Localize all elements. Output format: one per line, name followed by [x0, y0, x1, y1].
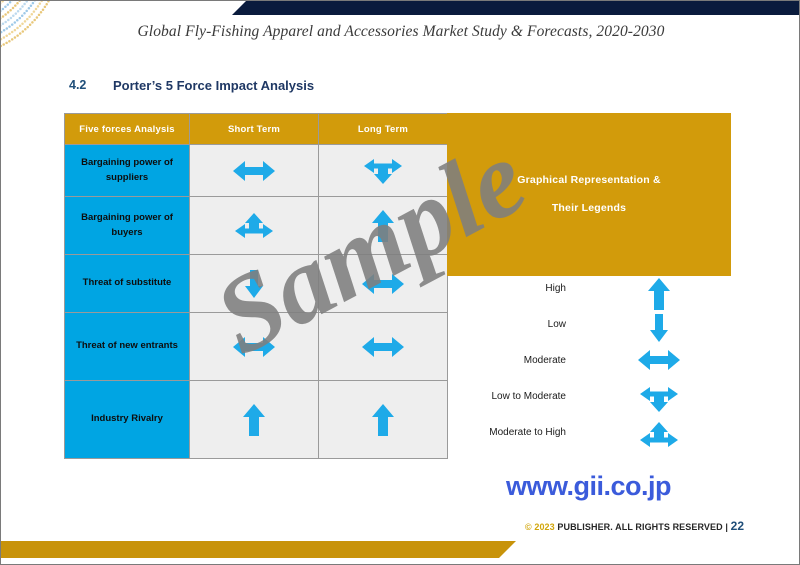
document-title: Global Fly-Fishing Apparel and Accessori… [137, 23, 665, 40]
moderate-arrow-icon [319, 273, 447, 295]
legend-label-low-to-moderate: Low to Moderate [491, 391, 567, 402]
legend-label-moderate-to-high: Moderate to High [489, 427, 566, 438]
cell-rivalry-long-term [318, 380, 448, 459]
table-row: Threat of substitute [64, 254, 448, 313]
cell-buyers-long-term [318, 196, 448, 255]
force-label-buyers: Bargaining power of buyers [64, 196, 190, 255]
low-arrow-icon [636, 313, 682, 347]
copyright-year: 2023 [534, 522, 555, 532]
column-header-long-term: Long Term [318, 113, 448, 145]
column-header-short-term: Short Term [189, 113, 319, 145]
section-number: 4.2 [69, 78, 87, 92]
copyright-mark: © [525, 522, 532, 532]
legend-list: High Low Moderate Low to Moderate Modera… [456, 278, 731, 463]
table-row: Industry Rivalry [64, 380, 448, 459]
bottom-gold-bar [1, 541, 516, 558]
force-label-industry-rivalry: Industry Rivalry [64, 380, 190, 459]
legend-label-moderate: Moderate [523, 355, 566, 366]
low-to-moderate-arrow-icon [636, 385, 682, 419]
table-row: Bargaining power of buyers [64, 196, 448, 255]
legend-item-low: Low [456, 314, 731, 355]
moderate-to-high-arrow-icon [636, 421, 682, 455]
cell-suppliers-short-term [189, 144, 319, 197]
table-row: Bargaining power of suppliers [64, 144, 448, 197]
moderate-arrow-icon [190, 336, 318, 358]
table-row: Threat of new entrants [64, 312, 448, 381]
porters-five-forces-table: Five forces Analysis Short Term Long Ter… [64, 113, 448, 459]
legend-item-low-to-moderate: Low to Moderate [456, 387, 731, 427]
section-title: Porter’s 5 Force Impact Analysis [113, 78, 315, 93]
low-arrow-icon [190, 269, 318, 299]
moderate-arrow-icon [636, 349, 682, 383]
site-url[interactable]: www.gii.co.jp [506, 471, 672, 502]
force-label-new-entrants: Threat of new entrants [64, 312, 190, 381]
high-arrow-icon [636, 277, 682, 311]
legend-panel-line-2: Their Legends [551, 201, 627, 214]
legend-item-high: High [456, 278, 731, 319]
force-label-suppliers: Bargaining power of suppliers [64, 144, 190, 197]
copyright-separator: | [725, 522, 728, 532]
column-header-forces: Five forces Analysis [64, 113, 190, 145]
table-header-row: Five forces Analysis Short Term Long Ter… [64, 113, 448, 145]
cell-new-entrants-long-term [318, 312, 448, 381]
cell-rivalry-short-term [189, 380, 319, 459]
high-arrow-icon [190, 403, 318, 437]
legend-item-moderate: Moderate [456, 350, 731, 391]
slide-page: Global Fly-Fishing Apparel and Accessori… [0, 0, 800, 565]
copyright-line: © 2023 PUBLISHER. ALL RIGHTS RESERVED | … [525, 519, 744, 533]
low-to-moderate-arrow-icon [319, 157, 447, 185]
legend-item-moderate-to-high: Moderate to High [456, 422, 731, 463]
top-navy-bar [232, 1, 799, 15]
graphical-representation-panel: Graphical Representation & Their Legends [447, 113, 731, 276]
legend-label-low: Low [547, 319, 566, 330]
moderate-arrow-icon [319, 336, 447, 358]
moderate-to-high-arrow-icon [190, 212, 318, 240]
cell-new-entrants-short-term [189, 312, 319, 381]
force-label-substitute: Threat of substitute [64, 254, 190, 313]
copyright-rights: PUBLISHER. ALL RIGHTS RESERVED [557, 522, 723, 532]
legend-label-high: High [545, 283, 566, 294]
legend-panel-line-1: Graphical Representation & [517, 174, 661, 187]
cell-substitute-short-term [189, 254, 319, 313]
cell-buyers-short-term [189, 196, 319, 255]
cell-suppliers-long-term [318, 144, 448, 197]
high-arrow-icon [319, 403, 447, 437]
cell-substitute-long-term [318, 254, 448, 313]
high-arrow-icon [319, 209, 447, 243]
moderate-arrow-icon [190, 160, 318, 182]
page-number: 22 [730, 519, 745, 533]
